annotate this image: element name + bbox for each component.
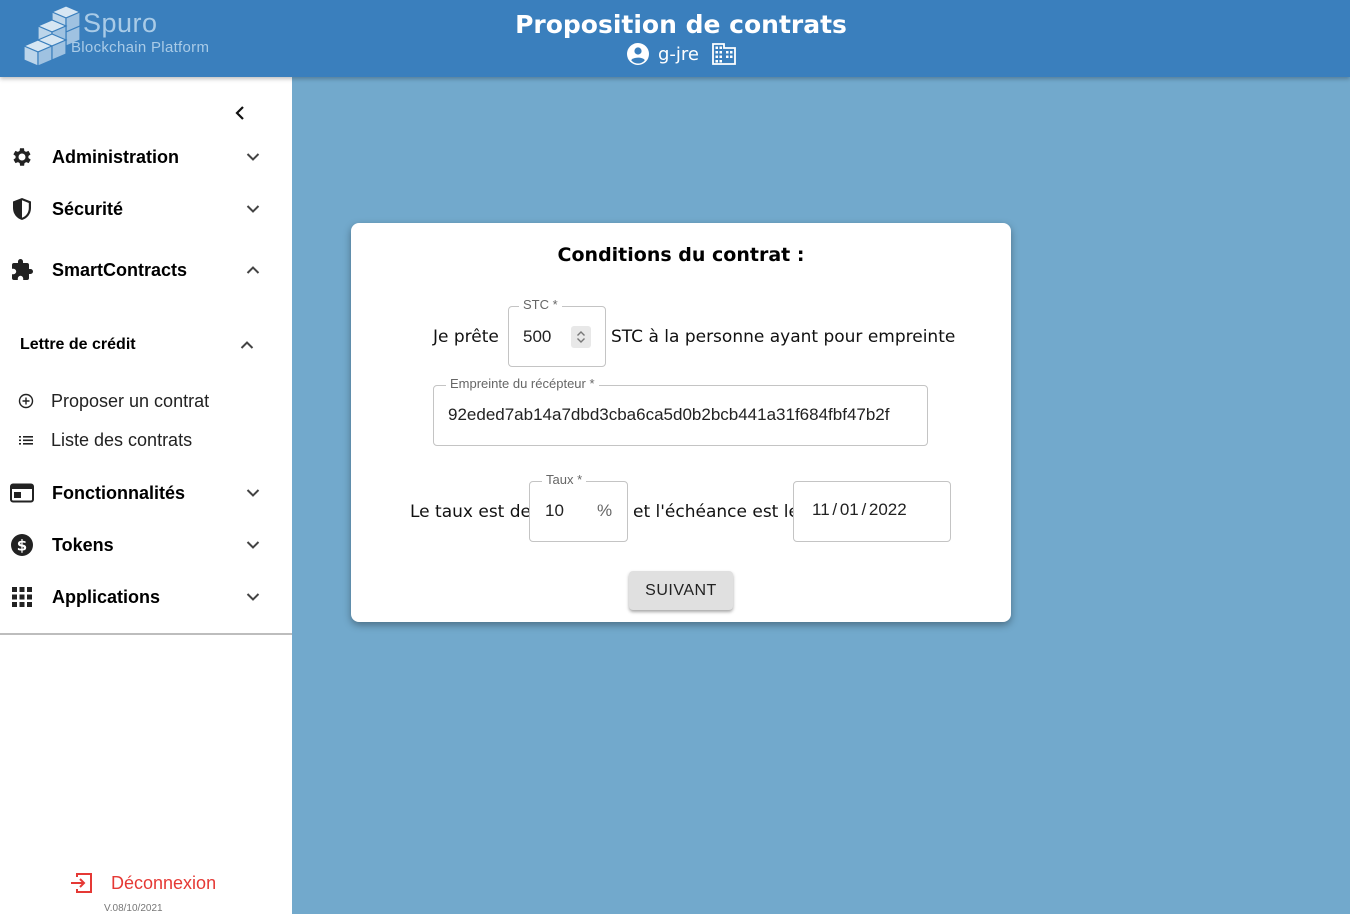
sidebar-item-label: Tokens	[52, 534, 114, 555]
sidebar-item-administration[interactable]: Administration	[0, 137, 292, 177]
sidebar-item-label: Administration	[52, 146, 180, 167]
stc-amount-input[interactable]: STC * 500	[508, 297, 606, 367]
sidebar-item-smartcontracts[interactable]: SmartContracts	[0, 250, 292, 290]
sidebar: Administration Sécurité SmartContracts L…	[0, 77, 292, 914]
sidebar-item-label: Fonctionnalités	[52, 482, 186, 503]
building-icon[interactable]	[712, 43, 736, 65]
chevron-down-icon	[243, 587, 263, 607]
sub-item-label: Liste des contrats	[51, 429, 193, 450]
collapse-sidebar-button[interactable]	[230, 102, 250, 124]
gear-icon	[10, 145, 34, 169]
dollar-circle-icon: $	[10, 533, 34, 557]
sidebar-divider	[0, 633, 292, 635]
chevron-left-icon	[235, 106, 244, 120]
chevron-up-icon	[243, 260, 263, 280]
page-title: Proposition de contrats	[515, 10, 847, 39]
list-icon	[17, 431, 35, 449]
chevron-up-icon	[237, 335, 257, 355]
stc-field-label: STC *	[519, 297, 562, 312]
due-date-input[interactable]: 11 / 01 / 2022	[793, 481, 951, 542]
sidebar-item-securite[interactable]: Sécurité	[0, 189, 292, 229]
logo-subtitle: Blockchain Platform	[71, 39, 210, 56]
account-circle-icon[interactable]	[626, 42, 650, 66]
stc-value: 500	[523, 327, 552, 346]
text-due: et l'échéance est le	[633, 502, 799, 522]
svg-text:$: $	[17, 537, 27, 555]
sidebar-item-fonctionnalites[interactable]: Fonctionnalités	[0, 473, 292, 513]
sidebar-item-applications[interactable]: Applications	[0, 577, 292, 617]
rate-unit: %	[597, 501, 613, 520]
text-after-stc: STC à la personne ayant pour empreinte	[611, 327, 956, 347]
fingerprint-input[interactable]: Empreinte du récépteur * 92eded7ab14a7db…	[433, 376, 928, 446]
sidebar-item-label: Sécurité	[52, 198, 124, 219]
chevron-down-icon	[243, 483, 263, 503]
spin-down-icon[interactable]	[576, 337, 586, 344]
text-lend: Je prête	[433, 327, 499, 347]
fingerprint-field-label: Empreinte du récépteur *	[446, 376, 599, 391]
logout-label: Déconnexion	[111, 872, 217, 893]
next-button[interactable]: SUIVANT	[629, 571, 733, 610]
rate-value: 10	[545, 501, 564, 520]
web-window-icon	[10, 481, 34, 505]
version-label: V.08/10/2021	[104, 903, 163, 914]
rate-field-label: Taux *	[542, 472, 587, 487]
username: g-jre	[658, 43, 700, 65]
logout-button[interactable]: Déconnexion	[68, 868, 216, 898]
fingerprint-value: 92eded7ab14a7dbd3cba6ca5d0b2bcb441a31f68…	[448, 405, 890, 424]
sidebar-item-proposer-contrat[interactable]: Proposer un contrat	[0, 385, 292, 417]
shield-icon	[10, 197, 34, 221]
number-spinner[interactable]	[571, 326, 591, 348]
add-circle-icon	[17, 392, 35, 410]
due-date-value: 11 / 01 / 2022	[812, 500, 907, 519]
chevron-down-icon	[243, 199, 263, 219]
logout-icon	[68, 871, 94, 895]
user-info: g-jre	[626, 41, 736, 67]
rate-input[interactable]: Taux * 10 %	[529, 472, 628, 542]
spin-up-icon[interactable]	[576, 330, 586, 337]
form-title: Conditions du contrat :	[557, 244, 805, 266]
submenu-title: Lettre de crédit	[20, 336, 136, 353]
sub-item-label: Proposer un contrat	[51, 390, 210, 411]
sidebar-item-label: Applications	[52, 586, 161, 607]
chevron-down-icon	[243, 535, 263, 555]
contract-form-card: Conditions du contrat : Je prête STC * 5…	[351, 223, 1011, 622]
sidebar-item-liste-contrats[interactable]: Liste des contrats	[0, 424, 292, 456]
puzzle-icon	[10, 258, 34, 282]
apps-grid-icon	[10, 585, 34, 609]
chevron-down-icon	[243, 147, 263, 167]
sidebar-item-label: SmartContracts	[52, 259, 188, 280]
sidebar-item-tokens[interactable]: $ Tokens	[0, 525, 292, 565]
submenu-lettre-de-credit[interactable]: Lettre de crédit	[0, 327, 292, 363]
app-header: Spuro Blockchain Platform Proposition de…	[0, 0, 1350, 77]
text-rate: Le taux est de	[410, 502, 531, 522]
